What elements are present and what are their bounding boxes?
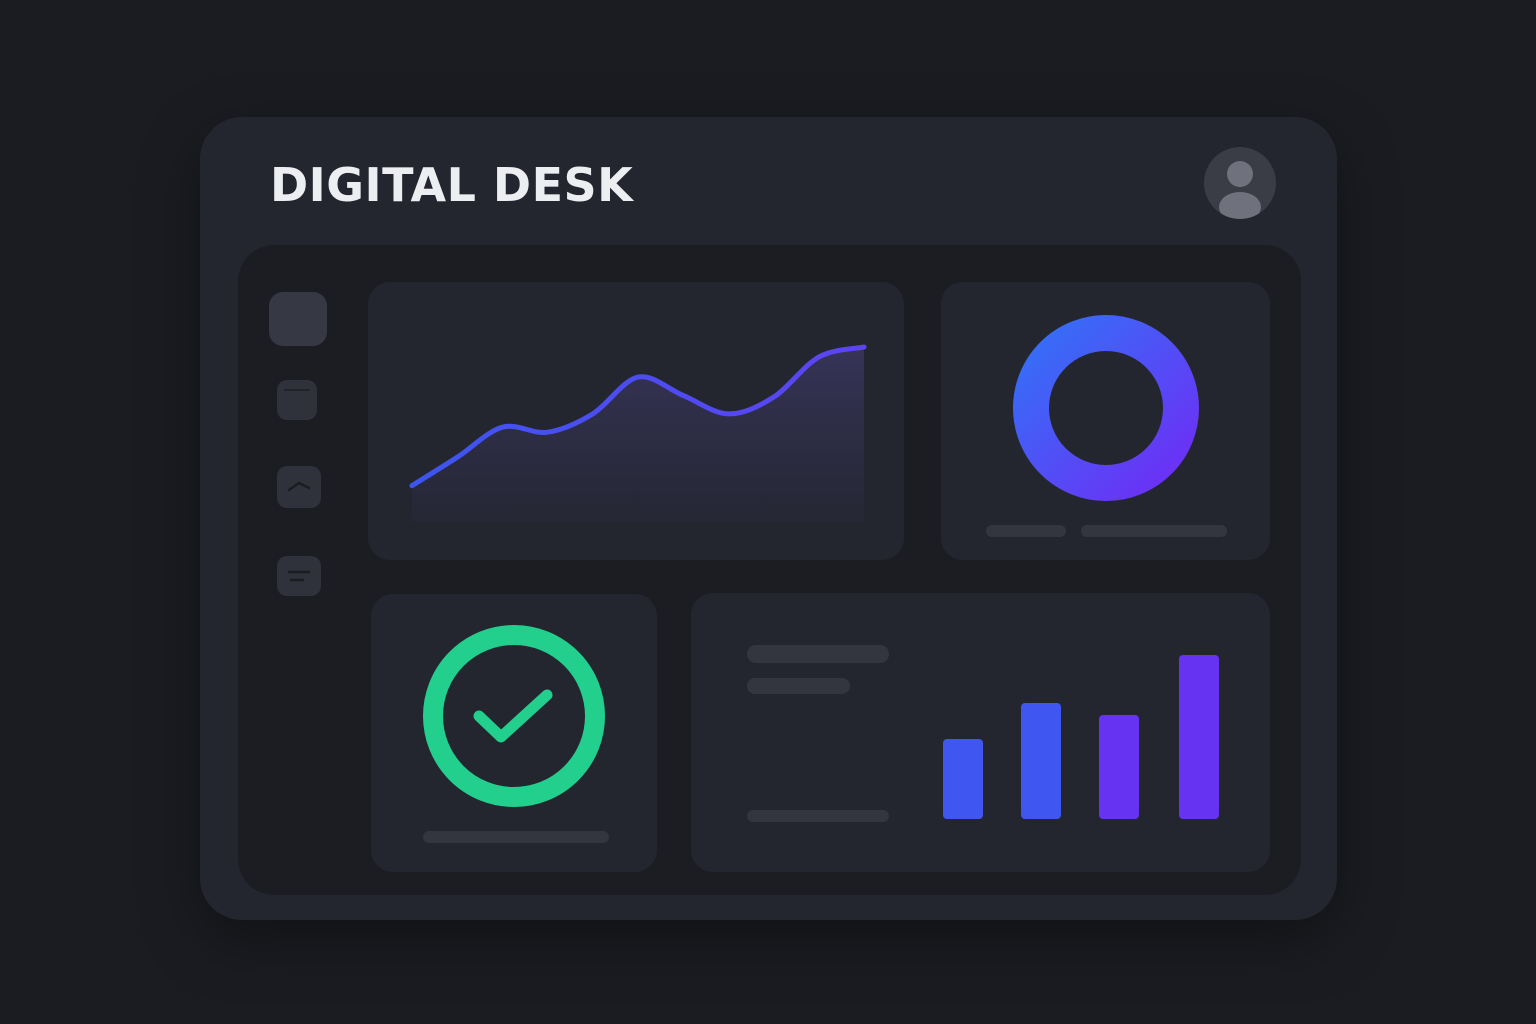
bar-card-subtitle-bar <box>747 678 850 694</box>
bar-chart <box>943 655 1219 819</box>
home-icon <box>269 292 327 346</box>
bar-card-title-bar <box>747 645 889 663</box>
user-avatar-icon[interactable] <box>1204 147 1276 219</box>
donut-ring <box>1013 315 1199 501</box>
list-icon <box>287 570 311 582</box>
trend-chart-card <box>368 282 904 560</box>
sidebar-item-trends[interactable] <box>277 466 321 508</box>
bar-3 <box>1099 715 1139 819</box>
trend-icon <box>287 481 311 492</box>
bar-card-footer-bar <box>747 810 889 822</box>
ring-caption-bar-1 <box>986 525 1066 537</box>
bar-chart-card <box>691 593 1270 872</box>
bar-1 <box>943 739 983 819</box>
bar-4 <box>1179 655 1219 819</box>
sidebar-item-window[interactable] <box>277 380 317 420</box>
app-window: DIGITAL DESK <box>200 117 1337 920</box>
ring-caption-bar-2 <box>1081 525 1227 537</box>
status-caption-bar <box>423 831 609 843</box>
bar-2 <box>1021 703 1061 819</box>
check-circle-icon <box>423 625 605 807</box>
window-icon <box>284 389 310 391</box>
status-card <box>371 594 657 872</box>
sidebar-item-list[interactable] <box>277 556 321 596</box>
line-chart <box>409 344 867 522</box>
app-title: DIGITAL DESK <box>270 158 634 212</box>
content-area <box>238 245 1301 895</box>
ring-card <box>941 282 1270 560</box>
sidebar-item-home[interactable] <box>269 292 327 346</box>
